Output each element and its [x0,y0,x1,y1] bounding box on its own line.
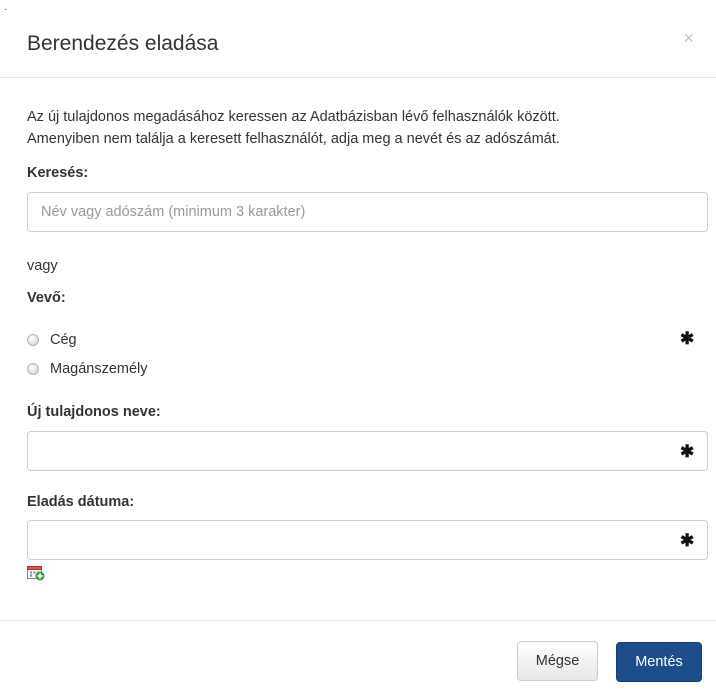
sale-date-input[interactable] [27,520,708,560]
intro-line-2: Amenyiben nem találja a keresett felhasz… [27,131,560,147]
or-separator: vagy [27,258,58,274]
buyer-label: Vevő: [27,290,66,306]
radio-button[interactable] [27,334,39,346]
search-input[interactable] [27,192,708,232]
dialog-title: Berendezés eladása [27,32,219,55]
intro-line-1: Az új tulajdonos megadásához keressen az… [27,109,560,125]
dialog-footer [0,620,716,621]
radio-option-private-person[interactable]: Magánszemély [27,361,148,377]
calendar-add-icon[interactable] [27,565,45,581]
sell-equipment-dialog: Berendezés eladása × Az új tulajdonos me… [0,0,716,697]
sale-date-label: Eladás dátuma: [27,494,135,510]
required-asterisk-icon: ✱ [680,442,695,461]
close-icon[interactable]: × [683,28,694,48]
required-asterisk-icon: ✱ [680,531,695,550]
cancel-button[interactable]: Mégse [517,641,598,681]
save-button[interactable]: Mentés [616,642,702,682]
owner-name-input[interactable] [27,431,708,471]
radio-label-private-person: Magánszemély [50,361,148,377]
radio-button[interactable] [27,363,39,375]
radio-option-company[interactable]: Cég [27,332,77,348]
intro-text: Az új tulajdonos megadásához keressen az… [27,106,697,150]
required-asterisk-icon: ✱ [680,329,695,348]
search-label: Keresés: [27,165,89,181]
dialog-header: Berendezés eladása × [0,0,716,78]
radio-label-company: Cég [50,332,77,348]
owner-name-label: Új tulajdonos neve: [27,404,161,420]
